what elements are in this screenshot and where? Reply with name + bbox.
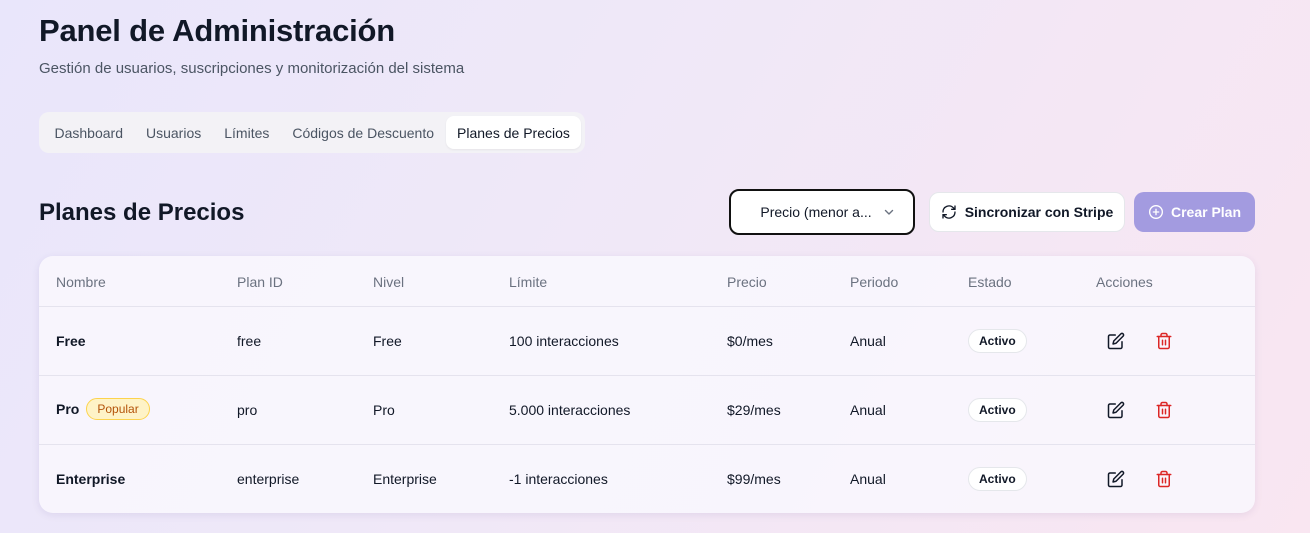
- plan-level: Pro: [373, 402, 395, 418]
- plan-level: Free: [373, 333, 402, 349]
- plan-name-cell: Pro Popular: [56, 398, 150, 420]
- column-header-precio: Precio: [727, 274, 767, 290]
- section-title: Planes de Precios: [39, 199, 245, 226]
- create-plan-button[interactable]: Crear Plan: [1134, 192, 1255, 232]
- plan-price: $99/mes: [727, 471, 781, 487]
- plan-limit: -1 interacciones: [509, 471, 608, 487]
- chevron-down-icon: [883, 205, 895, 221]
- plan-id: enterprise: [237, 471, 300, 487]
- column-header-nombre: Nombre: [56, 274, 106, 290]
- sync-stripe-button[interactable]: Sincronizar con Stripe: [929, 192, 1125, 232]
- column-header-nivel: Nivel: [373, 274, 405, 290]
- edit-icon[interactable]: [1107, 401, 1125, 419]
- column-header-estado: Estado: [968, 274, 1012, 290]
- table-row: Free free Free 100 interacciones $0/mes …: [39, 306, 1255, 376]
- column-header-limite: Límite: [509, 274, 548, 290]
- status-badge: Activo: [968, 329, 1027, 353]
- tab-dashboard[interactable]: Dashboard: [43, 116, 135, 149]
- column-header-plan-id: Plan ID: [237, 274, 283, 290]
- plan-period: Anual: [850, 402, 886, 418]
- plan-name: Enterprise: [56, 471, 126, 487]
- column-header-periodo: Periodo: [850, 274, 899, 290]
- table-header: Nombre Plan ID Nivel Límite Precio Perio…: [39, 256, 1255, 307]
- trash-icon[interactable]: [1155, 401, 1173, 419]
- tab-planes-precios[interactable]: Planes de Precios: [445, 116, 582, 149]
- plan-price: $29/mes: [727, 402, 781, 418]
- status-badge: Activo: [968, 398, 1027, 422]
- plan-price: $0/mes: [727, 333, 773, 349]
- trash-icon[interactable]: [1155, 332, 1173, 350]
- sync-stripe-label: Sincronizar con Stripe: [964, 204, 1114, 220]
- plans-table: Nombre Plan ID Nivel Límite Precio Perio…: [39, 256, 1255, 513]
- trash-icon[interactable]: [1155, 470, 1173, 488]
- sort-select[interactable]: Precio (menor a...: [729, 189, 915, 235]
- plan-name: Pro: [56, 401, 80, 417]
- table-row: Enterprise enterprise Enterprise -1 inte…: [39, 444, 1255, 513]
- plan-limit: 100 interacciones: [509, 333, 619, 349]
- admin-tabs: Dashboard Usuarios Límites Códigos de De…: [39, 112, 586, 153]
- page-subtitle: Gestión de usuarios, suscripciones y mon…: [39, 60, 465, 77]
- tab-usuarios[interactable]: Usuarios: [135, 116, 213, 149]
- status-badge: Activo: [968, 467, 1027, 491]
- plan-id: free: [237, 333, 262, 349]
- column-header-acciones: Acciones: [1096, 274, 1153, 290]
- plan-level: Enterprise: [373, 471, 437, 487]
- tab-limites[interactable]: Límites: [213, 116, 281, 149]
- plan-period: Anual: [850, 333, 886, 349]
- plan-id: pro: [237, 402, 258, 418]
- edit-icon[interactable]: [1107, 470, 1125, 488]
- tab-codigos-descuento[interactable]: Códigos de Descuento: [281, 116, 446, 149]
- edit-icon[interactable]: [1107, 332, 1125, 350]
- plan-period: Anual: [850, 471, 886, 487]
- popular-badge: Popular: [86, 398, 150, 420]
- plan-limit: 5.000 interacciones: [509, 402, 631, 418]
- plus-circle-icon: [1148, 204, 1164, 220]
- plan-name: Free: [56, 333, 86, 349]
- create-plan-label: Crear Plan: [1170, 204, 1242, 220]
- refresh-icon: [941, 204, 957, 220]
- table-row: Pro Popular pro Pro 5.000 interacciones $…: [39, 375, 1255, 445]
- page-title: Panel de Administración: [39, 13, 396, 48]
- sort-select-value: Precio (menor a...: [760, 204, 872, 220]
